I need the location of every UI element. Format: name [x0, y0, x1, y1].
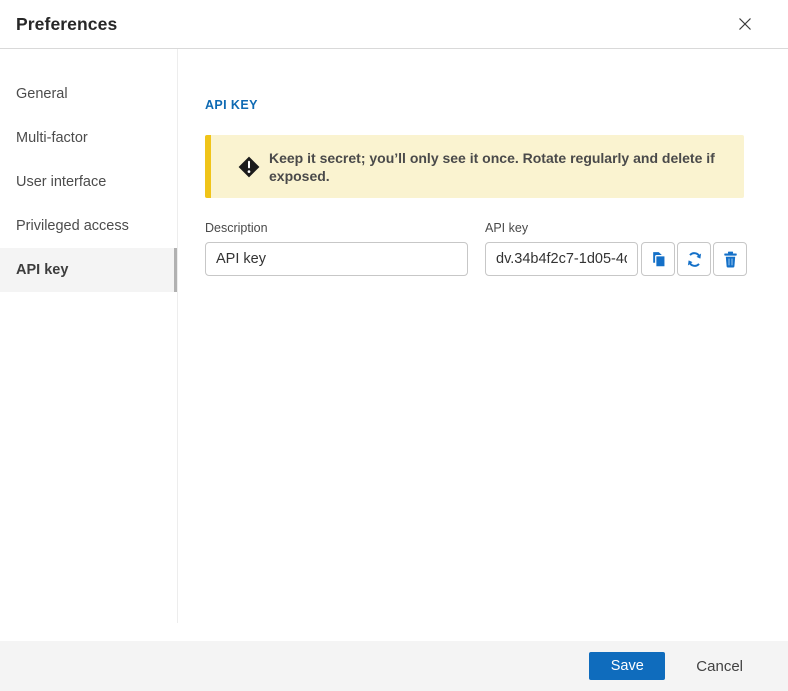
- warning-text: Keep it secret; you’ll only see it once.…: [269, 149, 720, 185]
- api-key-field-group: API key: [485, 221, 747, 276]
- description-label: Description: [205, 221, 468, 235]
- exclamation-diamond-icon: [238, 156, 260, 178]
- dialog-header: Preferences: [0, 0, 788, 49]
- delete-button[interactable]: [713, 242, 747, 276]
- close-button[interactable]: [732, 11, 758, 37]
- sidebar-item-multi-factor[interactable]: Multi-factor: [0, 116, 177, 160]
- dialog-body: General Multi-factor User interface Priv…: [0, 49, 788, 641]
- copy-icon: [650, 251, 667, 268]
- dialog-title: Preferences: [16, 14, 117, 35]
- preferences-dialog: Preferences General Multi-factor User in…: [0, 0, 788, 691]
- warning-banner: Keep it secret; you’ll only see it once.…: [205, 135, 744, 198]
- section-heading: API KEY: [205, 98, 788, 112]
- api-key-form: Description API key: [205, 221, 788, 276]
- close-icon: [737, 16, 753, 32]
- api-key-input[interactable]: [485, 242, 638, 276]
- refresh-icon: [686, 251, 703, 268]
- trash-icon: [723, 251, 738, 268]
- cancel-button[interactable]: Cancel: [696, 658, 743, 675]
- api-key-panel: API KEY Keep it secret; you’ll only see …: [178, 49, 788, 641]
- description-field-group: Description: [205, 221, 468, 276]
- save-button[interactable]: Save: [589, 652, 665, 680]
- copy-button[interactable]: [641, 242, 675, 276]
- sidebar-item-general[interactable]: General: [0, 72, 177, 116]
- sidebar-nav: General Multi-factor User interface Priv…: [0, 49, 178, 623]
- sidebar-item-api-key[interactable]: API key: [0, 248, 177, 292]
- rotate-button[interactable]: [677, 242, 711, 276]
- api-key-control-group: [485, 242, 747, 276]
- sidebar-item-user-interface[interactable]: User interface: [0, 160, 177, 204]
- description-input[interactable]: [205, 242, 468, 276]
- api-key-label: API key: [485, 221, 747, 235]
- dialog-footer: Save Cancel: [0, 641, 788, 691]
- sidebar-item-privileged-access[interactable]: Privileged access: [0, 204, 177, 248]
